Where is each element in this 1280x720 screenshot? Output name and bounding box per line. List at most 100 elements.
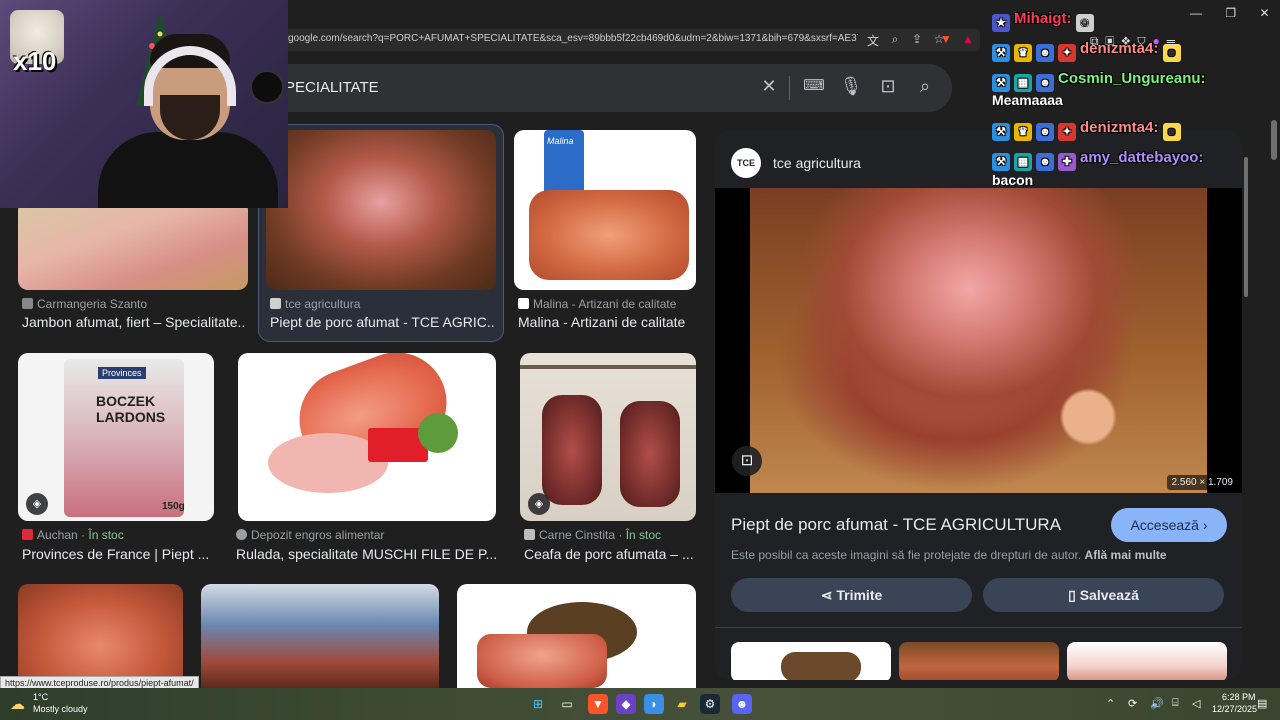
result-source-1[interactable]: Carmangeria Szanto [22,297,147,311]
sub-badge-icon: ✦ [1058,123,1076,141]
search-box[interactable]: PECIALITATE ✕ ⌨ 🎙 ⊡ ⌕ [285,64,952,112]
camera-search-icon[interactable]: ⊡ [876,76,900,100]
bacon-photo[interactable] [750,188,1207,493]
profile-icon[interactable]: ● [1152,34,1159,48]
extension-icon[interactable]: ❖ [1121,34,1130,48]
chat-line: ⚒ ♛ ☻ ✦ denizmta4: ☻ [992,119,1185,141]
search-divider [789,76,790,100]
app-icon[interactable]: ◆ [616,694,636,714]
source-avatar[interactable]: TCE [731,148,761,178]
preview-image[interactable]: ⊡ 2.560 × 1.709 [715,188,1242,493]
weight-label: 150g [162,501,185,512]
share-button[interactable]: ⋖ Trimite [731,578,972,612]
result-image-3[interactable]: Malina [514,130,696,290]
result-image-6[interactable]: ◈ [520,353,696,521]
result-image-7[interactable] [18,584,183,688]
result-source-5[interactable]: Depozit engros alimentar [236,528,384,542]
notification-icon[interactable]: ▤ [1257,697,1267,710]
result-image-4[interactable]: Provinces BOCZEK LARDONS 150g ◈ [18,353,214,521]
address-bar[interactable]: google.com/search?q=PORC+AFUMAT+SPECIALI… [280,29,980,51]
microphone-icon[interactable]: 🎙 [839,76,863,100]
search-icon[interactable]: ⌕ [913,76,937,100]
weather-temperature[interactable]: 1°C [33,692,48,702]
url-text[interactable]: google.com/search?q=PORC+AFUMAT+SPECIALI… [288,33,858,44]
result-source-4[interactable]: Auchan · În stoc [22,528,124,542]
result-title-1[interactable]: Jambon afumat, fiert – Specialitate... [22,314,246,330]
result-title-2[interactable]: Piept de porc afumat - TCE AGRIC... [270,314,494,330]
rewards-icon[interactable]: ▲ [960,32,976,46]
chevron-up-icon[interactable]: ⌃ [1106,697,1115,710]
chevron-right-icon: › [1202,517,1208,533]
result-title-5[interactable]: Rulada, specialitate MUSCHI FILE DE P... [236,546,498,562]
extension-icons[interactable]: ⧉ ▣ ❖ ⛉ ● ☰ [1090,34,1175,49]
clock-date[interactable]: 12/27/2025 [1212,704,1257,714]
search-input[interactable]: PECIALITATE [285,79,379,96]
speaker-icon[interactable]: ◁ [1192,697,1200,710]
window-controls[interactable]: — ❐ ✕ [1190,6,1270,20]
steam-icon[interactable]: ⚙ [700,694,720,714]
panel-scrollbar[interactable] [1243,143,1249,668]
brave-shield-icon[interactable]: ▼ [938,32,954,46]
result-title-3[interactable]: Malina - Artizani de calitate [518,314,696,330]
favicon-icon [236,529,247,540]
result-image-1[interactable] [18,200,248,290]
hammer-badge-icon: ⚒ [992,44,1010,62]
gift-sub-badge-icon: ✚ [1058,153,1076,171]
result-image-2[interactable] [266,130,496,290]
favicon-icon [270,298,281,309]
sync-icon[interactable]: ⟳ [1128,697,1137,710]
stream-chat: ★ Mihaigt: ☺ ⚒ ♛ ☻ ✦ denizmta4: ☻ ⚒ ▦ ☻ Cosmin_U… [990,0,1280,195]
result-source-6[interactable]: Carne Cinstita · În stoc [524,528,661,542]
volume-icon[interactable]: 🔊 [1150,697,1164,710]
result-title-4[interactable]: Provinces de France | Piept ... [22,546,216,562]
preview-title[interactable]: Piept de porc afumat - TCE AGRICULTURA [731,515,1061,535]
bot-badge-icon: ☻ [1036,153,1054,171]
related-image-2[interactable] [899,642,1059,680]
lardons-label: LARDONS [96,409,166,425]
brave-app-icon[interactable]: ▼ [588,694,608,714]
badge-icon: ★ [992,14,1010,32]
clock-time[interactable]: 6:28 PM [1222,692,1256,702]
result-source-3[interactable]: Malina - Artizani de calitate [518,297,676,311]
restore-icon[interactable]: ❐ [1225,6,1236,20]
weather-icon[interactable]: ☁ [10,695,25,713]
related-image-3[interactable] [1067,642,1227,680]
preview-source[interactable]: tce agricultura [773,155,861,171]
related-image-1[interactable] [731,642,891,680]
network-icon[interactable]: ⌸ [1172,697,1179,710]
result-source-2[interactable]: tce agricultura [270,297,360,311]
extension-icon[interactable]: ▣ [1105,34,1114,48]
zoom-icon[interactable]: ⌕ [887,32,903,47]
learn-more-link[interactable]: Află mai multe [1085,548,1167,562]
start-icon[interactable]: ⊞ [528,694,548,714]
share-icon[interactable]: ⇪ [909,32,925,46]
shield-icon[interactable]: ⛉ [1137,34,1146,48]
favicon-icon [22,298,33,309]
gift-badge-icon: ▦ [1014,74,1032,92]
close-window-icon[interactable]: ✕ [1259,6,1269,20]
lens-icon[interactable]: ⊡ [732,446,762,476]
result-image-9[interactable] [457,584,696,688]
app-icon[interactable]: ◗ [644,694,664,714]
keyboard-icon[interactable]: ⌨ [802,76,826,100]
microphone [250,70,284,104]
chat-line: ★ Mihaigt: ☺ [992,10,1098,32]
minimize-icon[interactable]: — [1190,6,1202,20]
result-title-6[interactable]: Ceafa de porc afumata – ... [524,546,696,562]
weather-description[interactable]: Mostly cloudy [33,704,88,714]
visit-button[interactable]: Accesează › [1111,508,1227,542]
menu-icon[interactable]: ☰ [1166,34,1175,48]
discord-icon[interactable]: ☻ [732,694,752,714]
clear-icon[interactable]: ✕ [757,76,781,100]
task-view-icon[interactable]: ▭ [557,694,577,714]
webcam-overlay: x10 [0,0,288,208]
result-image-8[interactable] [201,584,439,688]
bot-badge-icon: ☻ [1036,44,1054,62]
extension-icon[interactable]: ⧉ [1090,34,1099,48]
result-image-5[interactable] [238,353,496,521]
save-button[interactable]: ▯ Salvează [983,578,1224,612]
translate-icon[interactable]: 文 [865,32,881,49]
malina-brand: Malina [547,136,574,146]
panel-divider [715,627,1242,628]
folder-icon[interactable]: ▰ [672,694,692,714]
